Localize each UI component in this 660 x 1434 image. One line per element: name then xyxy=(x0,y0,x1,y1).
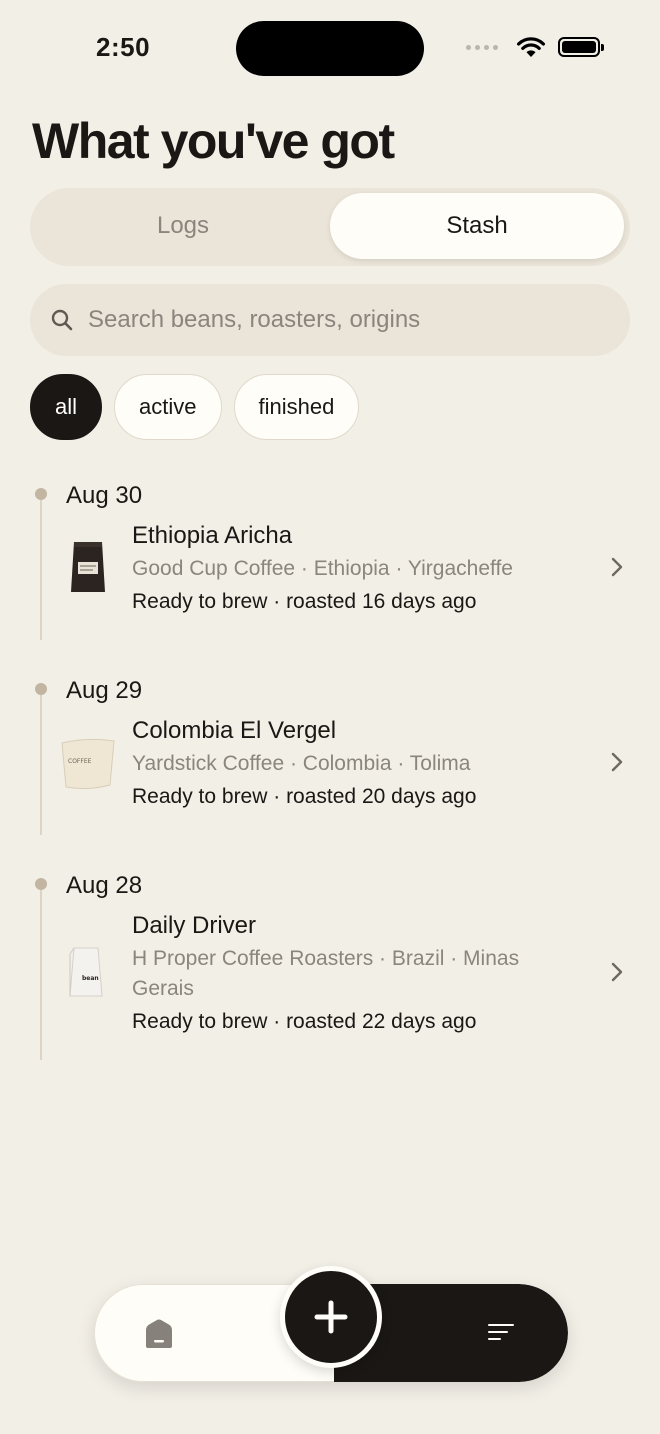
search-input[interactable]: Search beans, roasters, origins xyxy=(30,284,630,356)
page-title: What you've got xyxy=(32,113,395,169)
status-icons xyxy=(466,36,604,58)
add-button[interactable] xyxy=(280,1266,382,1368)
chevron-right-icon xyxy=(611,752,623,772)
home-icon[interactable] xyxy=(144,1318,174,1350)
timeline-line xyxy=(40,500,42,640)
timeline-line xyxy=(40,695,42,835)
chevron-right-icon xyxy=(611,557,623,577)
cream-coffee-bag-icon: COFFEE xyxy=(61,738,115,790)
filter-chip-active[interactable]: active xyxy=(114,374,222,440)
plus-icon xyxy=(314,1300,348,1334)
svg-text:bean: bean xyxy=(82,975,99,982)
stash-entry[interactable]: Aug 29 COFFEE Colombia El Vergel Yardsti… xyxy=(0,665,660,840)
stash-entry[interactable]: Aug 28 bean Daily Driver H Proper Coffee… xyxy=(0,860,660,1065)
entry-name: Daily Driver xyxy=(132,912,257,939)
view-segmented-control: Logs Stash xyxy=(30,188,630,266)
entry-meta: Yardstick Coffee · Colombia · Tolima xyxy=(132,752,471,775)
filter-chip-finished[interactable]: finished xyxy=(233,374,360,440)
entry-date: Aug 30 xyxy=(66,482,143,509)
search-placeholder: Search beans, roasters, origins xyxy=(88,306,421,333)
entry-meta: H Proper Coffee Roasters · Brazil · Mina… xyxy=(132,947,520,1000)
tab-logs[interactable]: Logs xyxy=(36,193,330,259)
search-icon xyxy=(51,309,73,331)
entry-name: Colombia El Vergel xyxy=(132,717,337,744)
battery-icon xyxy=(558,37,604,57)
sort-menu-icon[interactable] xyxy=(487,1320,515,1344)
entry-meta: Good Cup Coffee · Ethiopia · Yirgacheffe xyxy=(132,557,513,580)
timeline-line xyxy=(40,890,42,1060)
filter-chips: all active finished xyxy=(30,374,360,440)
chevron-right-icon xyxy=(611,962,623,982)
cellular-signal-icon xyxy=(466,44,498,50)
entry-name: Ethiopia Aricha xyxy=(132,522,293,549)
dynamic-island xyxy=(236,21,424,76)
wifi-icon xyxy=(517,37,545,57)
svg-text:COFFEE: COFFEE xyxy=(68,758,92,765)
entry-status: Ready to brew · roasted 20 days ago xyxy=(132,785,477,808)
entry-status: Ready to brew · roasted 16 days ago xyxy=(132,590,477,613)
timeline-dot xyxy=(35,683,47,695)
status-time: 2:50 xyxy=(96,32,151,62)
filter-chip-all[interactable]: all xyxy=(30,374,103,440)
tab-stash[interactable]: Stash xyxy=(330,193,624,259)
entry-status: Ready to brew · roasted 22 days ago xyxy=(132,1010,477,1033)
timeline-dot xyxy=(35,488,47,500)
entry-date: Aug 29 xyxy=(66,677,143,704)
dark-coffee-bag-icon xyxy=(71,542,105,592)
timeline-dot xyxy=(35,878,47,890)
stash-entry[interactable]: Aug 30 Ethiopia Aricha Good Cup Coffee ·… xyxy=(0,470,660,645)
white-coffee-bag-icon: bean xyxy=(69,947,103,997)
entry-date: Aug 28 xyxy=(66,872,143,899)
